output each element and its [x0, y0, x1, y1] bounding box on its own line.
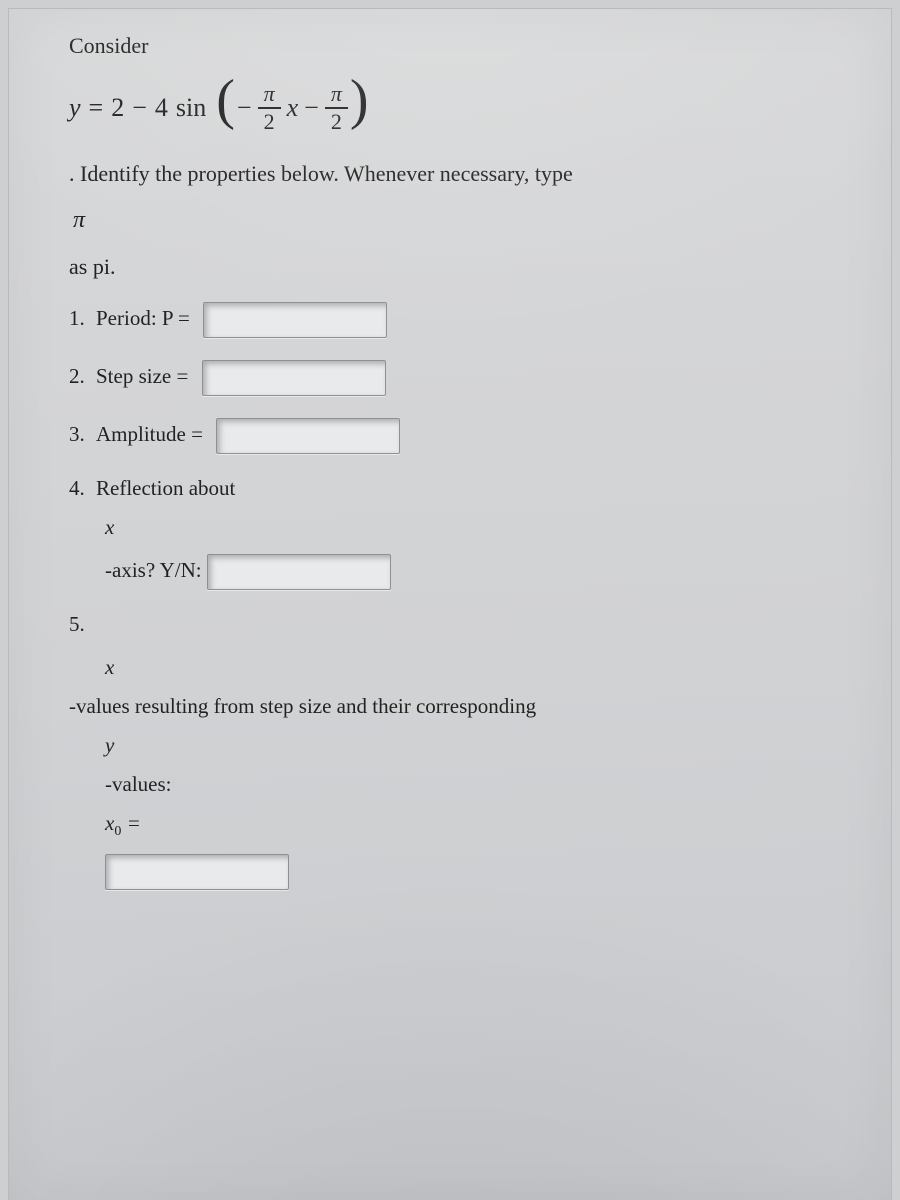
instruction-as-pi: as pi. [69, 254, 851, 280]
eq-two: 2 [111, 95, 124, 121]
item-reflection: Reflection about x -axis? Y/N: [69, 476, 851, 590]
amplitude-input[interactable] [216, 418, 400, 454]
eq-frac-2-den: 2 [331, 109, 342, 133]
five-y-var: y [105, 733, 851, 758]
amplitude-label: Amplitude = [96, 422, 203, 447]
five-intro-text: -values resulting from step size and the… [69, 694, 851, 719]
equation: y = 2 − 4 sin ( − π 2 x − π 2 ) [69, 83, 851, 133]
x0-x: x [105, 811, 114, 835]
eq-inner: − π 2 x − π 2 [237, 83, 348, 133]
reflection-label: Reflection about [96, 476, 235, 501]
eq-equals: = [89, 95, 104, 121]
eq-frac-1-num: π [258, 83, 281, 109]
period-input[interactable] [203, 302, 387, 338]
step-size-label: Step size = [96, 364, 188, 389]
item-period: Period: P = [69, 302, 851, 338]
item-five: x -values resulting from step size and t… [69, 612, 851, 890]
period-label: Period: P = [96, 306, 190, 331]
eq-y: y [69, 95, 81, 121]
reflection-var: x [105, 515, 851, 540]
eq-neg: − [237, 95, 252, 121]
reflection-input[interactable] [207, 554, 391, 590]
reflection-question: -axis? Y/N: [105, 554, 851, 590]
eq-sin: sin [176, 95, 206, 121]
eq-four: 4 [155, 95, 168, 121]
paren-close-icon: ) [350, 86, 369, 114]
x0-input-row [105, 854, 851, 890]
eq-minus: − [132, 95, 147, 121]
eq-minus-2: − [304, 95, 319, 121]
instruction-identify: . Identify the properties below. Wheneve… [69, 161, 851, 187]
eq-frac-1: π 2 [258, 83, 281, 133]
step-size-input[interactable] [202, 360, 386, 396]
eq-frac-2-num: π [325, 83, 348, 109]
item-amplitude: Amplitude = [69, 418, 851, 454]
five-x-var: x [105, 655, 851, 680]
reflection-axis-label: -axis? Y/N: [105, 558, 202, 582]
x0-input[interactable] [105, 854, 289, 890]
eq-x: x [287, 95, 299, 121]
eq-frac-1-den: 2 [264, 109, 275, 133]
five-values-label: -values: [105, 772, 851, 797]
x0-label: x0 = [105, 811, 851, 840]
paren-open-icon: ( [216, 86, 235, 114]
pi-glyph: π [73, 207, 851, 234]
eq-frac-2: π 2 [325, 83, 348, 133]
properties-list: Period: P = Step size = Amplitude = Refl… [69, 302, 851, 890]
heading-consider: Consider [69, 33, 851, 59]
x0-eq: = [121, 811, 140, 835]
question-panel: Consider y = 2 − 4 sin ( − π 2 x − π 2 )… [8, 8, 892, 1200]
item-step-size: Step size = [69, 360, 851, 396]
